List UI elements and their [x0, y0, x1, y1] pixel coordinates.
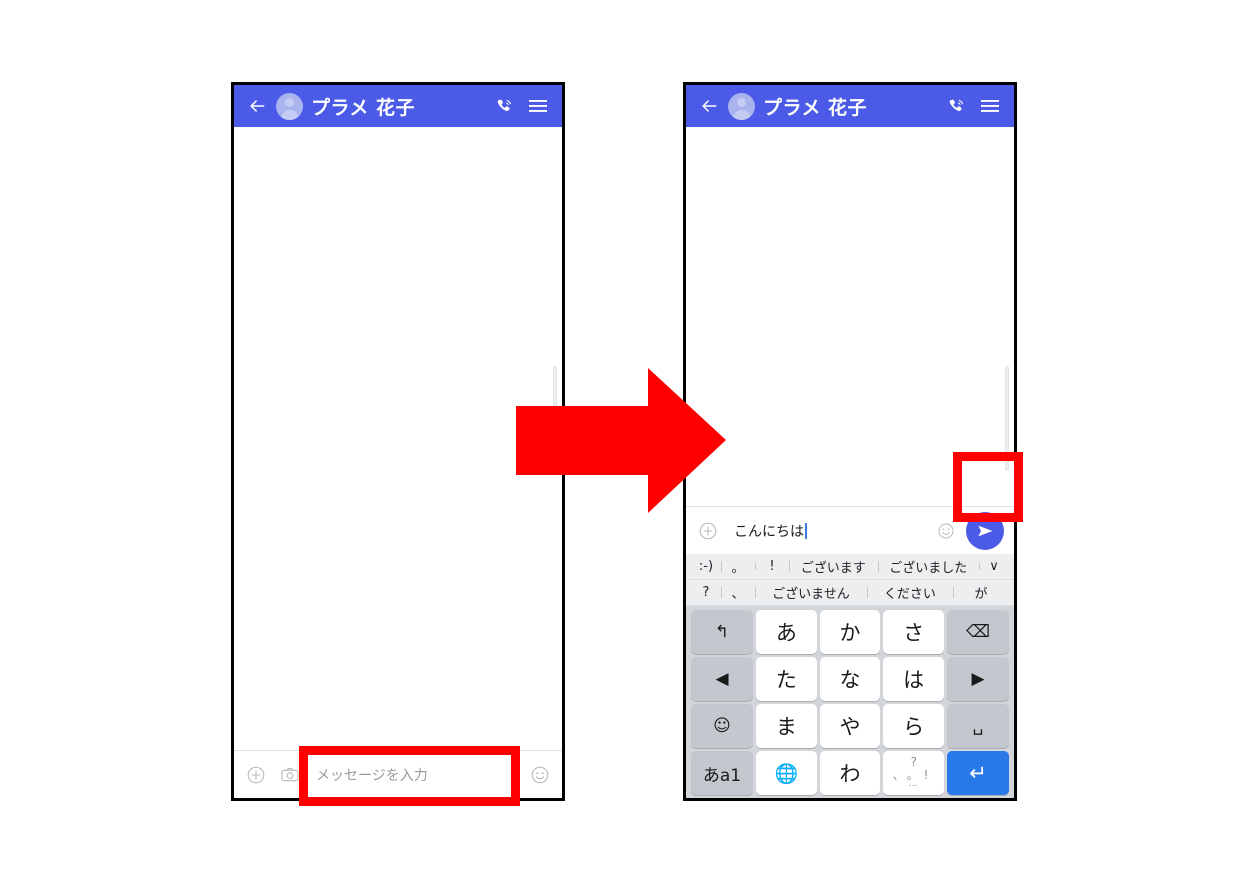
key-globe[interactable]: 🌐 — [756, 751, 817, 795]
hamburger-menu-icon[interactable] — [978, 94, 1002, 118]
key-label: ま — [775, 715, 797, 739]
contact-name: プラメ 花子 — [311, 96, 416, 119]
suggestion-row-primary: :-)。! ございます ございました ∨ — [686, 554, 1014, 580]
hamburger-menu-icon[interactable] — [526, 94, 550, 118]
key-label: ␣ — [972, 716, 984, 736]
contact-avatar[interactable] — [276, 92, 303, 120]
key-label: ら — [903, 715, 925, 739]
key-label: わ — [839, 762, 861, 786]
app-header-before: プラメ 花子 — [234, 85, 562, 127]
punctuation-glyphs: ?、。!… — [891, 756, 937, 790]
smiley-icon[interactable] — [528, 763, 552, 787]
text-caret — [805, 522, 807, 539]
key-label: や — [839, 715, 861, 739]
phone-before: プラメ 花子 メッセージを入力 — [231, 82, 565, 801]
back-arrow-icon[interactable] — [246, 95, 268, 117]
key-label: ↵ — [969, 761, 987, 785]
key-ha[interactable]: は — [883, 657, 944, 701]
key-label: ▶ — [971, 669, 985, 689]
key-sa[interactable]: さ — [883, 610, 944, 654]
suggestion-chip[interactable]: ? — [691, 585, 721, 600]
key-undo[interactable]: ↰ — [691, 610, 753, 654]
key-ka[interactable]: か — [819, 610, 881, 654]
chat-message-area-before — [234, 127, 562, 750]
suggestion-chip[interactable]: ∨ — [979, 559, 1009, 574]
key-cursor-left[interactable]: ◀ — [691, 657, 753, 701]
key-label: か — [839, 621, 861, 645]
key-label: ◀ — [715, 669, 729, 689]
punct-glyph: 、 — [892, 768, 905, 782]
plus-circle-icon[interactable] — [696, 519, 720, 543]
key-backspace[interactable]: ⌫ — [947, 610, 1009, 654]
punct-glyph: ? — [910, 755, 918, 769]
contact-name: プラメ 花子 — [763, 96, 868, 119]
suggestion-chip[interactable]: が — [953, 583, 1009, 602]
key-label: あ — [775, 621, 797, 645]
punct-glyph: … — [908, 779, 918, 789]
call-icon[interactable] — [944, 94, 968, 118]
key-label: は — [903, 668, 925, 692]
app-header-after: プラメ 花子 — [686, 85, 1014, 127]
transition-arrow — [516, 368, 726, 516]
key-a[interactable]: あ — [756, 610, 817, 654]
smiley-icon[interactable] — [934, 519, 958, 543]
suggestion-chip[interactable]: ! — [755, 559, 789, 574]
japanese-keyboard: :-)。! ございます ございました ∨ ?、ございません くださいが ↰ あかさ ⌫ ◀ たな… — [686, 554, 1014, 798]
key-label: 🌐 — [774, 762, 799, 785]
highlight-message-input — [299, 746, 520, 806]
suggestion-chip[interactable]: ございます — [789, 557, 878, 576]
key-enter[interactable]: ↵ — [947, 751, 1009, 795]
key-emoji[interactable]: ☺ — [691, 704, 753, 748]
punct-glyph: ! — [923, 768, 929, 782]
key-na[interactable]: な — [819, 657, 881, 701]
suggestion-chip[interactable]: ください — [866, 583, 953, 602]
suggestion-row-secondary: ?、ございません くださいが — [686, 580, 1014, 606]
key-wa[interactable]: わ — [819, 751, 881, 795]
plus-circle-icon[interactable] — [244, 763, 268, 787]
chat-message-area-after — [686, 127, 1014, 506]
phone-after: プラメ 花子 こんにちは:-) 。 ! ございます ございました ∨ ? 、 … — [683, 82, 1017, 801]
key-punctuation[interactable]: ?、。!… — [883, 751, 944, 795]
suggestion-chip[interactable]: :-) — [691, 559, 721, 574]
key-label: な — [839, 668, 861, 692]
suggestion-chip[interactable]: ございません — [755, 583, 867, 602]
keyboard-key-grid: ↰ あかさ ⌫ ◀ たなは ▶ ☺ まやら ␣ あa1 🌐 わ?、。!… ↵ — [686, 606, 1014, 795]
key-label: ☺ — [713, 716, 731, 736]
key-ta[interactable]: た — [756, 657, 817, 701]
key-cursor-right[interactable]: ▶ — [947, 657, 1009, 701]
call-icon[interactable] — [492, 94, 516, 118]
message-input-field-after[interactable]: こんにちは — [730, 521, 928, 541]
suggestion-chip[interactable]: 、 — [721, 583, 755, 602]
key-label: た — [775, 668, 797, 692]
key-ya[interactable]: や — [819, 704, 881, 748]
contact-avatar[interactable] — [728, 92, 755, 120]
key-input-mode[interactable]: あa1 — [691, 751, 753, 795]
highlight-send-button — [953, 452, 1023, 522]
back-arrow-icon[interactable] — [698, 95, 720, 117]
key-ma[interactable]: ま — [756, 704, 817, 748]
suggestion-chip[interactable]: ございました — [877, 557, 980, 576]
key-ra[interactable]: ら — [883, 704, 944, 748]
input-mode-label: あa1 — [702, 765, 742, 786]
message-input-text: こんにちは — [734, 523, 804, 540]
key-label: さ — [903, 621, 925, 645]
key-label: ↰ — [714, 622, 730, 642]
key-label: ⌫ — [965, 622, 991, 642]
suggestion-chip[interactable]: 。 — [721, 557, 755, 576]
send-paper-plane-icon — [978, 525, 993, 536]
key-space[interactable]: ␣ — [947, 704, 1009, 748]
